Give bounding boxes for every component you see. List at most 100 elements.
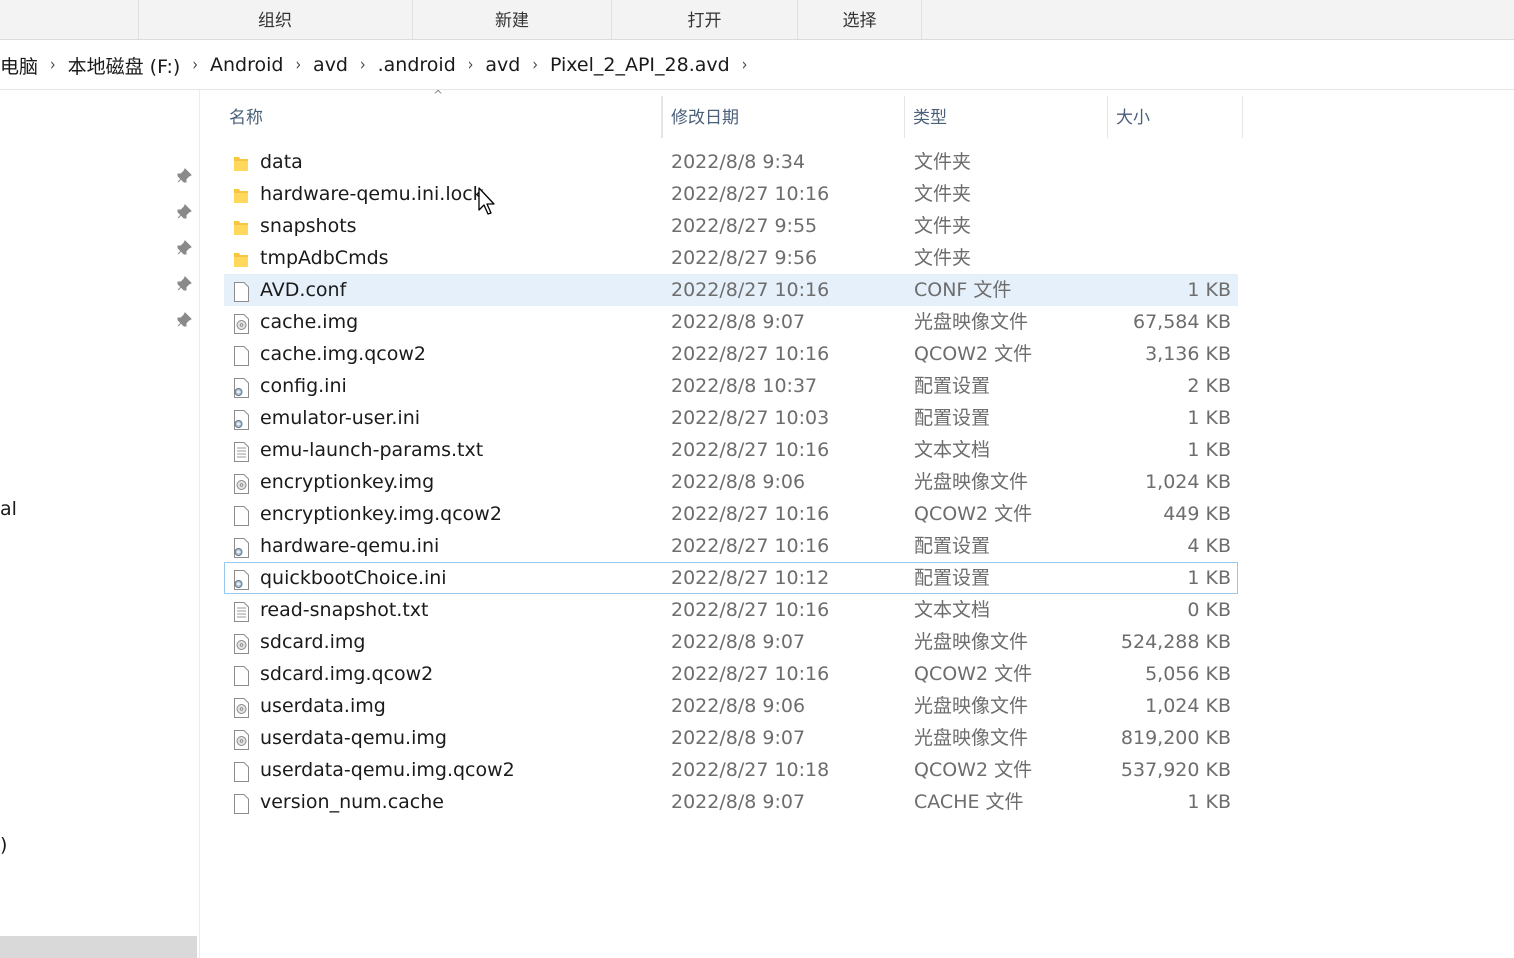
file-size: 3,136 KB: [1145, 343, 1231, 365]
file-row[interactable]: cache.img.qcow2 2022/8/27 10:16 QCOW2 文件 3,…: [224, 338, 1238, 370]
file-name: data: [260, 151, 303, 173]
chevron-right-icon[interactable]: ›: [44, 55, 62, 74]
pin-icon[interactable]: [176, 276, 192, 292]
nav-item-truncated[interactable]: ): [0, 834, 7, 856]
file-modified-date: 2022/8/8 9:07: [671, 631, 806, 653]
file-name: cache.img: [260, 311, 359, 333]
file-row[interactable]: version_num.cache 2022/8/8 9:07 CACHE 文件 1 …: [224, 786, 1238, 818]
file-modified-date: 2022/8/8 9:06: [671, 471, 806, 493]
breadcrumb-item-android[interactable]: Android: [204, 54, 289, 76]
file-type: 文件夹: [914, 151, 972, 173]
navigation-pane[interactable]: al ): [0, 90, 200, 958]
file-size: 819,200 KB: [1120, 727, 1231, 749]
file-row[interactable]: userdata.img 2022/8/8 9:06 光盘映像文件 1,024 KB: [224, 690, 1238, 722]
file-row[interactable]: read-snapshot.txt 2022/8/27 10:16 文本文档 0 KB: [224, 594, 1238, 626]
breadcrumb-item-drive[interactable]: 本地磁盘 (F:): [62, 52, 187, 79]
file-row[interactable]: userdata-qemu.img 2022/8/8 9:07 光盘映像文件 819,…: [224, 722, 1238, 754]
file-type: 光盘映像文件: [914, 311, 1029, 333]
pin-icon[interactable]: [176, 312, 192, 328]
file-type: 文件夹: [914, 183, 972, 205]
chevron-right-icon[interactable]: ›: [526, 55, 544, 74]
address-bar[interactable]: 电脑 › 本地磁盘 (F:) › Android › avd › .androi…: [0, 40, 1514, 90]
file-name: userdata.img: [260, 695, 386, 717]
file-row[interactable]: sdcard.img 2022/8/8 9:07 光盘映像文件 524,288 KB: [224, 626, 1238, 658]
file-row[interactable]: AVD.conf 2022/8/27 10:16 CONF 文件 1 KB: [224, 274, 1238, 306]
file-row[interactable]: userdata-qemu.img.qcow2 2022/8/27 10:18 QC…: [224, 754, 1238, 786]
file-row[interactable]: tmpAdbCmds 2022/8/27 9:56 文件夹: [224, 242, 1238, 274]
file-type: 配置设置: [914, 375, 991, 397]
pin-icon[interactable]: [176, 204, 192, 220]
file-modified-date: 2022/8/27 10:16: [671, 663, 830, 685]
column-header-size[interactable]: 大小: [1108, 96, 1243, 138]
file-icon: [232, 504, 250, 526]
file-row[interactable]: quickbootChoice.ini 2022/8/27 10:12 配置设置 1 …: [224, 562, 1238, 594]
file-size: 2 KB: [1187, 375, 1231, 397]
file-name: sdcard.img.qcow2: [260, 663, 434, 685]
file-icon: [232, 760, 250, 782]
file-modified-date: 2022/8/27 10:16: [671, 599, 830, 621]
file-row[interactable]: hardware-qemu.ini 2022/8/27 10:16 配置设置 4 KB: [224, 530, 1238, 562]
disc-image-icon: [232, 696, 250, 718]
file-modified-date: 2022/8/8 9:06: [671, 695, 806, 717]
column-header-row: ^ 名称 修改日期 类型 大小: [201, 88, 1261, 138]
file-type: 文本文档: [914, 439, 991, 461]
file-size: 1 KB: [1187, 279, 1231, 301]
file-modified-date: 2022/8/27 10:03: [671, 407, 830, 429]
file-name: sdcard.img: [260, 631, 366, 653]
file-row[interactable]: config.ini 2022/8/8 10:37 配置设置 2 KB: [224, 370, 1238, 402]
settings-file-icon: [232, 376, 250, 398]
file-name: quickbootChoice.ini: [260, 567, 447, 589]
file-name: cache.img.qcow2: [260, 343, 426, 365]
ribbon-tab-open[interactable]: 打开: [612, 0, 798, 39]
ribbon-tab-select[interactable]: 选择: [798, 0, 922, 39]
mouse-cursor-icon: [478, 187, 498, 221]
file-row[interactable]: encryptionkey.img 2022/8/8 9:06 光盘映像文件 1,02…: [224, 466, 1238, 498]
chevron-right-icon[interactable]: ›: [186, 55, 204, 74]
ribbon-tab-organize[interactable]: 组织: [138, 0, 413, 39]
file-row[interactable]: sdcard.img.qcow2 2022/8/27 10:16 QCOW2 文件 5…: [224, 658, 1238, 690]
chevron-right-icon[interactable]: ›: [462, 55, 480, 74]
chevron-right-icon[interactable]: ›: [289, 55, 307, 74]
file-icon: [232, 792, 250, 814]
settings-file-icon: [232, 568, 250, 590]
file-row[interactable]: cache.img 2022/8/8 9:07 光盘映像文件 67,584 KB: [224, 306, 1238, 338]
ribbon-tab-new[interactable]: 新建: [413, 0, 612, 39]
chevron-right-icon[interactable]: ›: [354, 55, 372, 74]
file-name: version_num.cache: [260, 791, 444, 813]
file-row[interactable]: encryptionkey.img.qcow2 2022/8/27 10:16 QC…: [224, 498, 1238, 530]
file-row[interactable]: emu-launch-params.txt 2022/8/27 10:16 文本文档…: [224, 434, 1238, 466]
file-modified-date: 2022/8/27 9:55: [671, 215, 818, 237]
horizontal-scrollbar[interactable]: [0, 936, 197, 958]
file-modified-date: 2022/8/27 10:18: [671, 759, 830, 781]
file-type: 光盘映像文件: [914, 727, 1029, 749]
breadcrumb-item-this-pc[interactable]: 电脑: [0, 52, 44, 79]
column-header-type[interactable]: 类型: [905, 96, 1108, 138]
breadcrumb-item-avd-2[interactable]: avd: [479, 54, 526, 76]
ribbon: 组织 新建 打开 选择: [0, 0, 1514, 40]
settings-file-icon: [232, 536, 250, 558]
breadcrumb-item-pixel-avd[interactable]: Pixel_2_API_28.avd: [544, 54, 736, 76]
pin-icon[interactable]: [176, 240, 192, 256]
file-name: snapshots: [260, 215, 357, 237]
breadcrumb-item-avd[interactable]: avd: [307, 54, 354, 76]
file-name: userdata-qemu.img.qcow2: [260, 759, 515, 781]
file-modified-date: 2022/8/8 9:07: [671, 727, 806, 749]
disc-image-icon: [232, 312, 250, 334]
file-row[interactable]: snapshots 2022/8/27 9:55 文件夹: [224, 210, 1238, 242]
file-size: 0 KB: [1187, 599, 1231, 621]
column-header-date[interactable]: 修改日期: [662, 96, 905, 138]
chevron-right-icon[interactable]: ›: [736, 55, 754, 74]
file-name: emulator-user.ini: [260, 407, 421, 429]
file-row[interactable]: emulator-user.ini 2022/8/27 10:03 配置设置 1 KB: [224, 402, 1238, 434]
file-type: 光盘映像文件: [914, 471, 1029, 493]
file-row[interactable]: hardware-qemu.ini.lock 2022/8/27 10:16 文件夹: [224, 178, 1238, 210]
column-header-name[interactable]: 名称: [221, 96, 662, 138]
disc-image-icon: [232, 728, 250, 750]
pin-icon[interactable]: [176, 168, 192, 184]
nav-item-truncated[interactable]: al: [0, 498, 17, 520]
file-row[interactable]: data 2022/8/8 9:34 文件夹: [224, 146, 1238, 178]
file-size: 1,024 KB: [1145, 471, 1231, 493]
file-modified-date: 2022/8/27 10:16: [671, 535, 830, 557]
file-name: hardware-qemu.ini: [260, 535, 440, 557]
breadcrumb-item-dot-android[interactable]: .android: [372, 54, 462, 76]
